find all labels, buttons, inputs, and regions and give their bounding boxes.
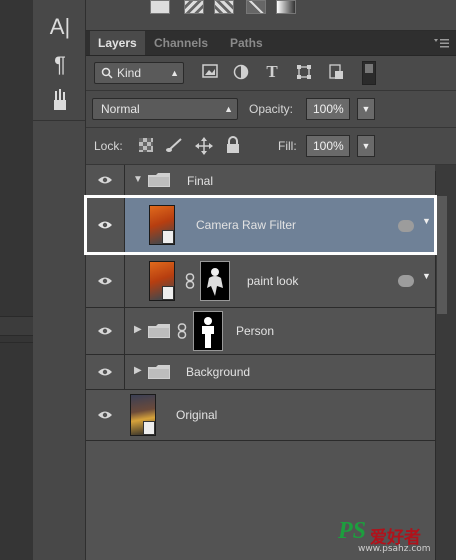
blend-row: Normal ▲ Opacity: 100% ▼ bbox=[86, 91, 456, 128]
layer-name[interactable]: Person bbox=[236, 324, 274, 338]
scrollbar-thumb[interactable] bbox=[437, 196, 447, 314]
link-chain-icon[interactable] bbox=[185, 273, 195, 289]
visibility-cell[interactable] bbox=[86, 308, 125, 354]
filter-toggle-switch[interactable] bbox=[362, 61, 376, 85]
layer-row-final[interactable]: ▼ Final bbox=[86, 165, 435, 196]
fill-slider-button[interactable]: ▼ bbox=[357, 135, 375, 157]
opacity-label: Opacity: bbox=[249, 102, 294, 116]
blend-mode-dropdown[interactable]: Normal ▲ bbox=[92, 98, 238, 120]
lock-transparent-icon[interactable] bbox=[136, 138, 156, 157]
layers-scrollbar[interactable] bbox=[435, 171, 456, 560]
visibility-cell[interactable] bbox=[86, 355, 125, 389]
folder-icon bbox=[148, 365, 170, 379]
lock-row: Lock: Fill: 100% ▼ bbox=[86, 128, 456, 165]
search-icon bbox=[101, 63, 113, 89]
layer-name[interactable]: Camera Raw Filter bbox=[196, 218, 296, 232]
adjustments-strip bbox=[86, 0, 456, 31]
tab-paths[interactable]: Paths bbox=[222, 31, 271, 55]
layer-row-original[interactable]: Original bbox=[86, 390, 435, 441]
paragraph-panel-icon[interactable]: ¶ bbox=[45, 52, 75, 78]
visibility-cell[interactable] bbox=[86, 196, 125, 254]
visibility-cell[interactable] bbox=[86, 255, 125, 307]
dock-divider bbox=[0, 342, 33, 343]
folder-icon bbox=[148, 324, 170, 338]
opacity-input[interactable]: 100% bbox=[306, 98, 350, 120]
lock-label: Lock: bbox=[94, 139, 123, 153]
eye-icon[interactable] bbox=[97, 220, 113, 230]
options-arrow-icon[interactable]: ▼ bbox=[422, 216, 431, 226]
updown-arrow-icon: ▲ bbox=[224, 104, 233, 114]
smart-object-badge bbox=[143, 421, 155, 435]
swatch-icon[interactable] bbox=[276, 0, 296, 14]
layer-name[interactable]: Background bbox=[186, 365, 250, 379]
tool-divider bbox=[33, 120, 85, 121]
options-arrow-icon[interactable]: ▼ bbox=[422, 271, 431, 281]
layer-row-camera-raw-filter[interactable]: Camera Raw Filter ▼ bbox=[86, 196, 435, 255]
lock-all-padlock-icon[interactable] bbox=[223, 136, 243, 159]
filter-row: Kind ▲ T bbox=[86, 56, 456, 91]
tool-column: A| ¶ bbox=[33, 0, 86, 560]
opacity-slider-button[interactable]: ▼ bbox=[357, 98, 375, 120]
filter-smartobject-icon[interactable] bbox=[326, 64, 346, 85]
blend-mode-value: Normal bbox=[101, 102, 140, 116]
expand-right-icon[interactable]: ▶ bbox=[134, 324, 142, 335]
layer-thumbnail[interactable] bbox=[149, 261, 175, 301]
swatch-icon[interactable] bbox=[184, 0, 204, 14]
fill-label: Fill: bbox=[278, 139, 297, 153]
fill-input[interactable]: 100% bbox=[306, 135, 350, 157]
eye-icon[interactable] bbox=[97, 175, 113, 185]
filter-kind-dropdown[interactable]: Kind ▲ bbox=[94, 62, 184, 84]
lock-image-brush-icon[interactable] bbox=[164, 137, 184, 158]
expand-right-icon[interactable]: ▶ bbox=[134, 365, 142, 376]
panel-tabbar: Layers Channels Paths bbox=[86, 31, 456, 56]
brush-presets-icon[interactable] bbox=[45, 88, 75, 114]
layers-panel: Layers Channels Paths Kind ▲ T Normal ▲ … bbox=[84, 31, 456, 560]
filter-shape-icon[interactable] bbox=[294, 64, 314, 85]
left-dock bbox=[0, 0, 33, 560]
layer-thumbnail[interactable] bbox=[149, 205, 175, 245]
layer-thumbnail[interactable] bbox=[130, 394, 156, 436]
character-panel-icon[interactable]: A| bbox=[45, 14, 75, 40]
eye-icon[interactable] bbox=[97, 410, 113, 420]
layer-name[interactable]: Final bbox=[187, 174, 213, 188]
updown-arrow-icon: ▲ bbox=[170, 68, 179, 78]
filter-type-icon[interactable]: T bbox=[262, 63, 282, 81]
lock-position-move-icon[interactable] bbox=[194, 137, 214, 160]
filter-kind-label: Kind bbox=[117, 66, 142, 80]
layer-row-paint-look[interactable]: paint look ▼ bbox=[86, 255, 435, 308]
visibility-cell[interactable] bbox=[86, 165, 125, 195]
swatch-icon[interactable] bbox=[214, 0, 234, 14]
layer-mask-thumbnail[interactable] bbox=[193, 311, 223, 351]
dock-separator bbox=[0, 316, 33, 336]
layer-mask-thumbnail[interactable] bbox=[200, 261, 230, 301]
eye-icon[interactable] bbox=[97, 326, 113, 336]
tab-channels[interactable]: Channels bbox=[146, 31, 216, 55]
layer-row-person[interactable]: ▶ Person bbox=[86, 308, 435, 355]
folder-icon bbox=[148, 173, 170, 187]
panel-menu-icon[interactable] bbox=[434, 37, 450, 49]
tab-layers[interactable]: Layers bbox=[90, 31, 145, 55]
eye-icon[interactable] bbox=[97, 367, 113, 377]
smart-filter-icon[interactable] bbox=[398, 275, 414, 287]
swatch-icon[interactable] bbox=[150, 0, 170, 14]
expand-down-icon[interactable]: ▼ bbox=[133, 174, 143, 185]
visibility-cell[interactable] bbox=[86, 390, 124, 440]
watermark: PS 爱好者 www.psahz.com bbox=[338, 518, 448, 554]
smart-filter-icon[interactable] bbox=[398, 220, 414, 232]
eye-icon[interactable] bbox=[97, 276, 113, 286]
filter-pixel-icon[interactable] bbox=[200, 64, 220, 83]
layer-row-background[interactable]: ▶ Background bbox=[86, 355, 435, 390]
layer-name[interactable]: Original bbox=[176, 408, 217, 422]
swatch-icon[interactable] bbox=[246, 0, 266, 14]
smart-object-badge bbox=[162, 230, 174, 244]
smart-object-badge bbox=[162, 286, 174, 300]
watermark-brand: PS bbox=[338, 518, 367, 544]
link-chain-icon[interactable] bbox=[177, 323, 187, 339]
layer-name[interactable]: paint look bbox=[247, 274, 298, 288]
watermark-url: www.psahz.com bbox=[358, 544, 431, 554]
filter-adjustment-icon[interactable] bbox=[231, 64, 251, 85]
